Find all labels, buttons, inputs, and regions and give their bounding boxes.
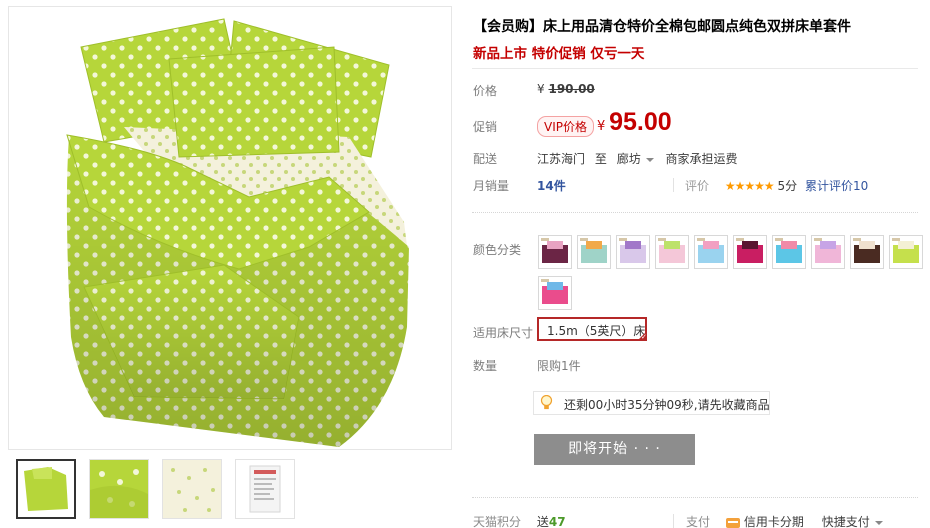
chevron-down-icon xyxy=(874,520,883,525)
color-swatch[interactable] xyxy=(538,276,572,310)
thumbnail-3[interactable] xyxy=(162,459,222,519)
original-price-value: 190.00 xyxy=(548,82,595,96)
color-swatch[interactable] xyxy=(538,235,572,269)
credit-card-label: 信用卡分期 xyxy=(743,515,804,528)
coming-soon-button[interactable]: 即将开始 · · · xyxy=(534,434,695,465)
color-swatch[interactable] xyxy=(694,235,728,269)
size-label: 适用床尺寸 xyxy=(473,326,534,340)
check-icon: ✓ xyxy=(637,331,647,341)
divider xyxy=(673,178,674,192)
quantity-label: 数量 xyxy=(473,359,498,373)
quantity-limit: 限购1件 xyxy=(537,359,581,373)
quick-pay[interactable]: 快捷支付 xyxy=(822,515,891,528)
product-title: 【会员购】床上用品清仓特价全棉包邮圆点纯色双拼床单套件 xyxy=(473,19,851,35)
monthly-sales: 14件 xyxy=(537,177,566,194)
review-count-link[interactable]: 累计评价10 xyxy=(805,179,868,193)
color-swatch[interactable] xyxy=(772,235,806,269)
original-price: ¥ 190.00 xyxy=(537,82,595,96)
shipping-fee-note: 商家承担运费 xyxy=(665,152,738,166)
credit-card-installment[interactable]: 信用卡分期 xyxy=(725,515,804,528)
points-label: 天猫积分 xyxy=(473,515,522,528)
size-option-selected[interactable]: 1.5m（5英尺）床 ✓ xyxy=(537,317,647,341)
currency-symbol: ¥ xyxy=(597,119,606,134)
star-rating-icon: ★★★★★ xyxy=(724,179,775,193)
shipping-info: 江苏海门 至 廊坊 商家承担运费 xyxy=(537,150,738,167)
thumbnail-2[interactable] xyxy=(89,459,149,519)
promo-price-value: 95.00 xyxy=(609,108,672,136)
rating-score: 5分 xyxy=(777,179,798,193)
rating-info: 评价 ★★★★★ 5分 累计评价10 xyxy=(685,177,868,194)
color-swatch[interactable] xyxy=(811,235,845,269)
quick-pay-label: 快捷支付 xyxy=(821,515,870,528)
color-swatch[interactable] xyxy=(616,235,650,269)
countdown-text: 还剩00小时35分钟09秒,请先收藏商品 xyxy=(564,398,770,412)
color-swatch[interactable] xyxy=(577,235,611,269)
color-swatch[interactable] xyxy=(733,235,767,269)
color-swatch[interactable] xyxy=(655,235,689,269)
countdown-notice: 还剩00小时35分钟09秒,请先收藏商品 xyxy=(533,391,770,415)
thumbnail-1[interactable] xyxy=(16,459,76,519)
thumbnail-4[interactable] xyxy=(235,459,295,519)
rating-label: 评价 xyxy=(685,179,710,193)
pay-label: 支付 xyxy=(686,515,711,528)
divider xyxy=(472,212,918,213)
chevron-down-icon xyxy=(645,157,654,162)
tmall-points: 天猫积分 送47 xyxy=(473,513,566,528)
bedding-set-illustration xyxy=(66,18,409,447)
ship-to-word: 至 xyxy=(594,152,607,166)
promo-price: ¥ 95.00 xyxy=(597,108,672,137)
divider xyxy=(472,68,918,69)
payment-methods: 支付 信用卡分期 快捷支付 xyxy=(686,513,891,528)
product-subtitle: 新品上市 特价促销 仅亏一天 xyxy=(473,46,645,62)
credit-card-icon xyxy=(725,517,740,528)
currency-symbol: ¥ xyxy=(537,82,545,96)
promo-label: 促销 xyxy=(473,120,498,134)
product-page: 【会员购】床上用品清仓特价全棉包邮圆点纯色双拼床单套件 新品上市 特价促销 仅亏… xyxy=(0,0,930,528)
ship-destination: 廊坊 xyxy=(616,152,641,166)
thumbnail-strip xyxy=(16,459,295,519)
size-option-label: 1.5m（5英尺）床 xyxy=(547,324,646,338)
points-prefix: 送 xyxy=(536,515,549,528)
lightbulb-icon xyxy=(540,395,553,410)
product-main-image[interactable] xyxy=(8,6,452,450)
shipping-label: 配送 xyxy=(473,152,498,166)
sales-unit: 件 xyxy=(553,179,566,193)
color-swatch[interactable] xyxy=(850,235,884,269)
points-value: 47 xyxy=(548,515,566,528)
divider xyxy=(472,497,918,498)
color-label: 颜色分类 xyxy=(473,243,522,257)
sales-label: 月销量 xyxy=(473,179,510,193)
divider xyxy=(673,514,674,528)
ship-destination-select[interactable]: 廊坊 xyxy=(617,152,662,166)
price-label: 价格 xyxy=(473,84,498,98)
ship-from: 江苏海门 xyxy=(537,152,586,166)
sales-count: 14 xyxy=(537,179,554,193)
color-swatch[interactable] xyxy=(889,235,923,269)
vip-price-badge: VIP价格 xyxy=(537,116,594,137)
